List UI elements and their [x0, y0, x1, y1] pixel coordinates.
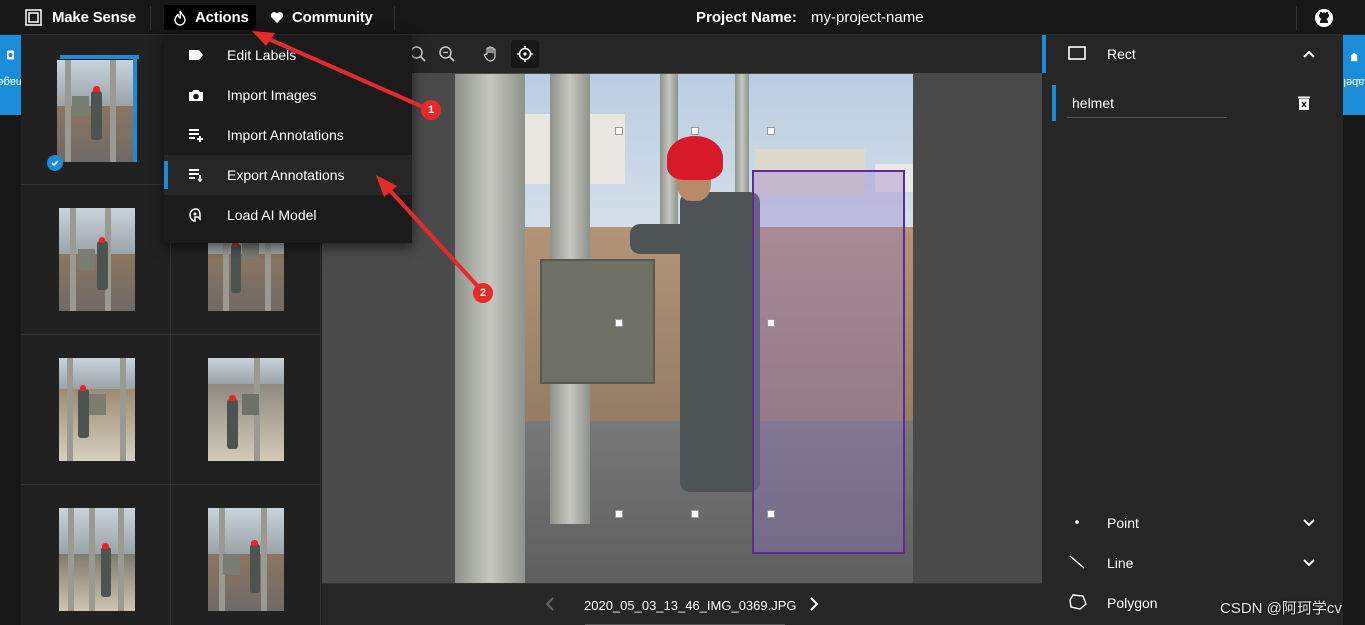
ai-brain-icon	[164, 207, 227, 223]
label-tag-icon	[164, 49, 227, 61]
community-label: Community	[292, 9, 373, 26]
editor-toolbar	[322, 35, 1042, 73]
image-thumbnail[interactable]	[171, 335, 321, 485]
resize-handle[interactable]	[691, 510, 699, 518]
bounding-box-helmet[interactable]	[752, 170, 905, 554]
github-icon[interactable]	[1314, 8, 1334, 33]
actions-dropdown: Edit Labels Import Images Import Annotat…	[164, 35, 412, 243]
labels-panel: Rect helmet Point Line Polygon	[1042, 35, 1343, 625]
annotation-badge-1: 1	[421, 100, 441, 120]
point-icon	[1068, 515, 1086, 532]
labels-side-tab[interactable]: Labels	[1338, 35, 1365, 115]
previous-image-icon[interactable]	[544, 596, 556, 617]
chevron-down-icon[interactable]	[1302, 555, 1316, 571]
resize-handle[interactable]	[615, 319, 623, 327]
polygon-icon	[1068, 593, 1088, 614]
resize-handle[interactable]	[767, 319, 775, 327]
polygon-tool-label: Polygon	[1107, 595, 1158, 611]
annotation-badge-2: 2	[473, 283, 493, 303]
camera-icon	[164, 88, 227, 102]
heart-icon	[270, 12, 284, 23]
images-side-tab[interactable]: Images	[0, 35, 29, 115]
editor-bottom-bar: 2020_05_03_13_46_IMG_0369.JPG	[322, 583, 1042, 625]
export-annotations-icon	[164, 168, 227, 182]
editor-area: 2020_05_03_13_46_IMG_0369.JPG	[322, 35, 1042, 625]
watermark: CSDN @阿珂学cv	[1220, 600, 1342, 617]
editor-image[interactable]	[455, 74, 913, 584]
chevron-up-icon[interactable]	[1302, 46, 1316, 62]
rect-icon	[1068, 45, 1086, 63]
label-selected-indicator	[1052, 85, 1056, 121]
next-image-icon[interactable]	[808, 596, 820, 617]
brand[interactable]: Make Sense	[24, 5, 136, 30]
point-tool-label: Point	[1107, 515, 1139, 531]
menu-item-label: Load AI Model	[227, 207, 317, 223]
fire-icon	[174, 10, 186, 26]
menu-item-label: Edit Labels	[227, 47, 297, 63]
resize-handle[interactable]	[767, 510, 775, 518]
menu-item-label: Export Annotations	[227, 167, 345, 183]
brand-name: Make Sense	[52, 9, 136, 26]
actions-label: Actions	[195, 9, 249, 26]
image-filename: 2020_05_03_13_46_IMG_0369.JPG	[584, 598, 797, 613]
crosshair-icon[interactable]	[511, 40, 539, 68]
image-thumbnail[interactable]	[21, 485, 171, 625]
menu-item-edit-labels[interactable]: Edit Labels	[164, 35, 412, 75]
point-tool-row[interactable]: Point	[1042, 503, 1343, 543]
community-link[interactable]: Community	[270, 5, 373, 30]
camera-icon	[7, 50, 15, 60]
line-tool-label: Line	[1107, 555, 1134, 571]
menu-item-export-annotations[interactable]: Export Annotations	[164, 155, 412, 195]
menu-item-import-annotations[interactable]: Import Annotations	[164, 115, 412, 155]
resize-handle[interactable]	[615, 510, 623, 518]
image-thumbnail[interactable]	[21, 35, 171, 185]
project-name-value[interactable]: my-project-name	[811, 9, 924, 26]
delete-label-icon[interactable]	[1297, 95, 1311, 116]
chevron-down-icon[interactable]	[1302, 515, 1316, 531]
project-name-label: Project Name:	[696, 9, 797, 26]
menu-item-label: Import Annotations	[227, 127, 344, 143]
menu-item-import-images[interactable]: Import Images	[164, 75, 412, 115]
image-thumbnail[interactable]	[21, 335, 171, 485]
menu-item-label: Import Images	[227, 87, 317, 103]
image-thumbnail[interactable]	[21, 185, 171, 335]
resize-handle[interactable]	[691, 127, 699, 135]
line-tool-row[interactable]: Line	[1042, 543, 1343, 583]
resize-handle[interactable]	[615, 127, 623, 135]
menu-item-load-ai-model[interactable]: Load AI Model	[164, 195, 412, 235]
right-side-strip	[1343, 115, 1365, 625]
image-thumbnail[interactable]	[171, 485, 321, 625]
label-select-helmet[interactable]: helmet	[1072, 95, 1114, 111]
zoom-fit-icon[interactable]	[433, 40, 461, 68]
rect-tool-header[interactable]: Rect	[1042, 35, 1343, 73]
project-name-field[interactable]: Project Name: my-project-name	[696, 9, 924, 26]
import-annotations-icon	[164, 128, 227, 142]
make-sense-logo-icon	[25, 8, 42, 26]
actions-menu-button[interactable]: Actions	[164, 5, 256, 30]
resize-handle[interactable]	[767, 127, 775, 135]
rect-tool-label: Rect	[1107, 46, 1136, 62]
left-side-strip	[0, 115, 21, 625]
top-bar: Make Sense Actions Community Project Nam…	[0, 0, 1365, 35]
line-icon	[1068, 554, 1086, 573]
label-tag-icon	[1351, 52, 1358, 61]
checked-icon	[47, 155, 63, 171]
hand-pan-icon[interactable]	[477, 40, 505, 68]
